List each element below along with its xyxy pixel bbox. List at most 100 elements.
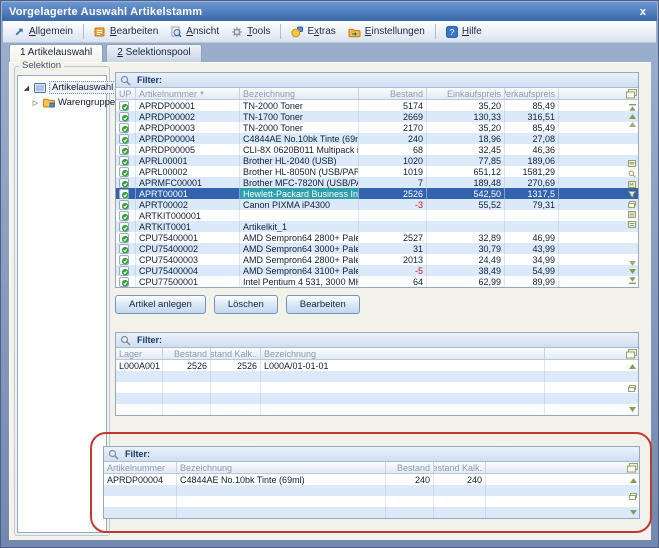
- table-row[interactable]: CPU75400004AMD Sempron64 3100+ Palermo, …: [116, 265, 638, 276]
- empty-table-row[interactable]: [116, 371, 638, 382]
- mark-icon[interactable]: [628, 181, 636, 188]
- menu-item-extras[interactable]: Extras: [285, 24, 341, 40]
- table-row[interactable]: ARTKIT0001Artikelkit_1: [116, 221, 638, 232]
- page-up-icon[interactable]: [629, 122, 636, 127]
- table-row[interactable]: L000A00125262526L000A/01-01-01: [116, 360, 638, 371]
- cell-up: [116, 276, 136, 287]
- cell-verkaufspreis: 85,49: [505, 100, 559, 111]
- move-up-icon[interactable]: [629, 364, 636, 369]
- empty-table-row[interactable]: [116, 393, 638, 404]
- cell-up: [116, 100, 136, 111]
- settings-folder-icon: [348, 26, 361, 38]
- artikel-anlegen-button[interactable]: Artikel anlegen: [115, 295, 206, 314]
- table-row[interactable]: CPU77500001Intel Pentium 4 531, 3000 MHz…: [116, 276, 638, 287]
- column-header-up[interactable]: UP: [116, 88, 136, 99]
- lager-filter-bar[interactable]: Filter:: [116, 333, 638, 348]
- table-row[interactable]: APRDP00005CLI-8X 0620B011 Multipack inkl…: [116, 144, 638, 155]
- move-down-icon[interactable]: [629, 407, 636, 412]
- move-up-icon[interactable]: [629, 114, 636, 119]
- cell-artikelnummer: CPU75400003: [136, 254, 240, 265]
- menu-item-allgemein[interactable]: Allgemein: [8, 24, 79, 39]
- empty-table-row[interactable]: [116, 404, 638, 415]
- move-down-icon[interactable]: [629, 269, 636, 274]
- column-header-lager[interactable]: Lager: [116, 348, 163, 359]
- cards-icon[interactable]: [628, 201, 636, 208]
- filter-icon[interactable]: [628, 191, 636, 198]
- cards-icon[interactable]: [629, 493, 637, 500]
- detail-rows: APRDP00004C4844AE No.10bk Tinte (69ml)24…: [104, 474, 639, 518]
- column-header-bestand[interactable]: Bestand: [359, 88, 427, 99]
- cell-filler: [545, 360, 638, 371]
- cell-bezeichnung: [261, 404, 545, 415]
- menu-item-ansicht[interactable]: Ansicht: [164, 24, 225, 40]
- cell-bestand: -3: [359, 199, 427, 210]
- column-header-artikelnummer[interactable]: Artikelnummer▼: [136, 88, 240, 99]
- bearbeiten-button[interactable]: Bearbeiten: [286, 295, 360, 314]
- search-small-icon[interactable]: [628, 170, 636, 178]
- expanded-arrow-icon[interactable]: ◢: [22, 84, 31, 92]
- list-view2-icon[interactable]: [628, 221, 636, 228]
- app-window: Vorgelagerte Auswahl Artikelstamm x Allg…: [0, 0, 659, 548]
- table-row[interactable]: CPU75400003AMD Sempron64 2800+ Palermo, …: [116, 254, 638, 265]
- page-down-icon[interactable]: [629, 261, 636, 266]
- menu-item-hilfe[interactable]: ?Hilfe: [440, 24, 488, 40]
- tree-item-artikelauswahl[interactable]: ◢Artikelauswahl: [18, 80, 106, 95]
- cell-verkaufspreis: 34,99: [505, 254, 559, 265]
- detail-filter-bar[interactable]: Filter:: [104, 447, 639, 462]
- collapsed-arrow-icon[interactable]: ▷: [31, 99, 40, 107]
- menu-item-bearbeiten[interactable]: Bearbeiten: [88, 24, 164, 40]
- tab-2-selektionspool[interactable]: 2 Selektionspool: [106, 44, 201, 62]
- table-row[interactable]: APRL00002Brother HL-8050N (USB/PAR/LAN)1…: [116, 166, 638, 177]
- column-header-bestand_kalk[interactable]: Bestand Kalk..: [211, 348, 261, 359]
- column-header-einkaufspreis[interactable]: Einkaufspreis: [427, 88, 505, 99]
- view-icon[interactable]: [628, 160, 636, 167]
- table-row[interactable]: APRL00001Brother HL-2040 (USB)102077,851…: [116, 155, 638, 166]
- empty-table-row[interactable]: [104, 496, 639, 507]
- table-row[interactable]: APRDP00004C4844AE No.10bk Tinte (69ml)24…: [104, 474, 639, 485]
- cell-artikelnummer: APRDP00002: [136, 111, 240, 122]
- menu-item-tools[interactable]: Tools: [225, 24, 276, 40]
- column-header-bezeichnung[interactable]: Bezeichnung: [177, 462, 386, 473]
- table-row[interactable]: CPU75400002AMD Sempron64 3000+ Palermo, …: [116, 243, 638, 254]
- table-row[interactable]: APRT00001Hewlett-Packard Business InkJet…: [116, 188, 638, 199]
- cell-verkaufspreis: 46,99: [505, 232, 559, 243]
- table-row[interactable]: ARTKIT000001: [116, 210, 638, 221]
- table-row[interactable]: APRMFC00001Brother MFC-7820N (USB/PAR/LA…: [116, 177, 638, 188]
- menu-item-label: Tools: [247, 26, 270, 37]
- cell-bestand: 7: [359, 177, 427, 188]
- edit-icon: [94, 26, 106, 38]
- cell-bestand: [386, 496, 434, 507]
- table-row[interactable]: APRDP00004C4844AE No.10bk Tinte (69ml)24…: [116, 133, 638, 144]
- table-row[interactable]: APRDP00002TN-1700 Toner2669130,33316,51: [116, 111, 638, 122]
- close-icon[interactable]: x: [636, 6, 650, 18]
- column-header-bestand[interactable]: Bestand: [163, 348, 211, 359]
- table-row[interactable]: APRDP00003TN-2000 Toner217035,2085,49: [116, 122, 638, 133]
- lager-rows: L000A00125262526L000A/01-01-01: [116, 360, 638, 415]
- column-header-artikelnummer[interactable]: Artikelnummer: [104, 462, 177, 473]
- cell-einkaufspreis: 77,85: [427, 155, 505, 166]
- scroll-top-icon[interactable]: [629, 104, 636, 111]
- table-row[interactable]: CPU75400001AMD Sempron64 2800+ Palermo, …: [116, 232, 638, 243]
- empty-table-row[interactable]: [104, 485, 639, 496]
- up-check-icon: [119, 112, 129, 122]
- column-header-bezeichnung[interactable]: Bezeichnung: [240, 88, 359, 99]
- column-header-bestand_kalk[interactable]: Bestand Kalk.: [434, 462, 486, 473]
- articles-filter-bar[interactable]: Filter:: [116, 73, 638, 88]
- column-header-verkaufspreis[interactable]: Verkaufspreis: [505, 88, 559, 99]
- cell-filler: [545, 371, 638, 382]
- column-header-bezeichnung[interactable]: Bezeichnung: [261, 348, 545, 359]
- l-schen-button[interactable]: Löschen: [214, 295, 278, 314]
- cards-icon[interactable]: [628, 385, 636, 392]
- menu-item-einstellungen[interactable]: Einstellungen: [342, 24, 431, 40]
- move-down-icon[interactable]: [630, 510, 637, 515]
- scroll-bottom-icon[interactable]: [629, 277, 636, 284]
- cell-bestand: [163, 404, 211, 415]
- move-up-icon[interactable]: [630, 478, 637, 483]
- table-row[interactable]: APRDP00001TN-2000 Toner517435,2085,49: [116, 100, 638, 111]
- table-row[interactable]: APRT00002Canon PIXMA iP4300-355,5279,31: [116, 199, 638, 210]
- empty-table-row[interactable]: [104, 507, 639, 518]
- column-header-bestand[interactable]: Bestand: [386, 462, 434, 473]
- list-view-icon[interactable]: [628, 211, 636, 218]
- empty-table-row[interactable]: [116, 382, 638, 393]
- tree-item-warengruppen[interactable]: ▷Warengruppen: [18, 95, 106, 110]
